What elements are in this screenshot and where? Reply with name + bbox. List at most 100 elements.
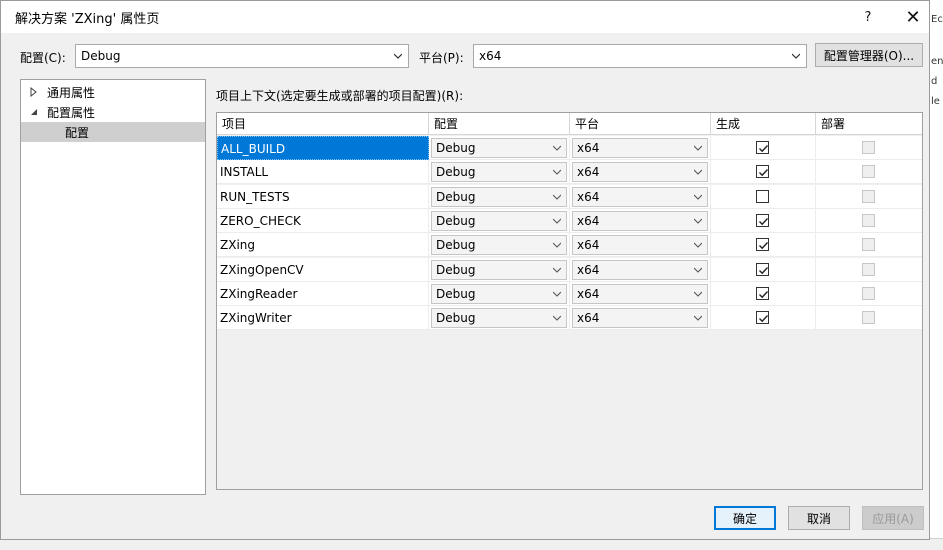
platform-cell: x64 [570, 160, 711, 185]
build-cell [711, 233, 816, 258]
project-name-cell[interactable]: ZXingWriter [217, 306, 429, 331]
table-row[interactable]: ALL_BUILD Debug x64 [217, 136, 922, 160]
header-platform[interactable]: 平台 [570, 113, 711, 135]
collapse-arrow-icon[interactable] [29, 107, 39, 117]
row-config-dropdown[interactable]: Debug [431, 186, 567, 207]
deploy-cell [816, 258, 922, 282]
background-text: en [931, 56, 943, 67]
platform-cell: x64 [570, 208, 711, 233]
table-row[interactable]: INSTALL Debug x64 [217, 160, 922, 185]
table-row[interactable]: ZERO_CHECK Debug x64 [217, 208, 922, 233]
build-checkbox[interactable] [756, 311, 769, 325]
row-platform-dropdown[interactable]: x64 [572, 186, 708, 207]
row-config-value: Debug [436, 189, 476, 204]
table-row[interactable]: ZXingOpenCV Debug x64 [217, 257, 922, 282]
project-name-cell[interactable]: ZXingReader [217, 281, 429, 306]
platform-cell: x64 [570, 306, 711, 331]
chevron-down-icon [553, 291, 561, 297]
build-checkbox[interactable] [756, 262, 769, 276]
chevron-down-icon [694, 169, 702, 176]
row-config-dropdown[interactable]: Debug [431, 138, 567, 158]
grid-caption: 项目上下文(选定要生成或部署的项目配置)(R): [216, 89, 464, 103]
close-button[interactable]: ✕ [891, 3, 935, 31]
tree-item-common-properties[interactable]: 通用属性 [21, 82, 205, 102]
row-platform-value: x64 [577, 262, 600, 277]
row-config-dropdown[interactable]: Debug [431, 308, 567, 329]
project-name-cell[interactable]: INSTALL [217, 160, 429, 185]
build-cell [711, 160, 816, 185]
row-platform-dropdown[interactable]: x64 [572, 138, 708, 158]
row-config-dropdown[interactable]: Debug [431, 162, 567, 183]
table-row[interactable]: ZXingWriter Debug x64 [217, 306, 922, 331]
row-config-dropdown[interactable]: Debug [431, 259, 567, 280]
row-config-dropdown[interactable]: Debug [431, 210, 567, 231]
config-cell: Debug [429, 233, 570, 258]
build-cell [711, 208, 816, 233]
deploy-cell [816, 209, 922, 233]
project-name-cell[interactable]: ALL_BUILD [217, 136, 429, 160]
chevron-down-icon [394, 53, 402, 59]
deploy-checkbox [862, 238, 875, 252]
project-name-cell[interactable]: ZXing [217, 233, 429, 258]
header-deploy[interactable]: 部署 [816, 113, 922, 135]
deploy-cell [816, 233, 922, 257]
row-platform-dropdown[interactable]: x64 [572, 259, 708, 280]
configuration-manager-button[interactable]: 配置管理器(O)... [815, 43, 923, 67]
row-platform-value: x64 [577, 286, 600, 301]
row-platform-dropdown[interactable]: x64 [572, 162, 708, 183]
apply-button[interactable]: 应用(A) [862, 506, 924, 530]
expand-arrow-icon[interactable] [29, 87, 39, 97]
project-name-cell[interactable]: ZERO_CHECK [217, 208, 429, 233]
config-cell: Debug [429, 257, 570, 282]
background-text: d [931, 76, 938, 87]
tree-item-configuration[interactable]: 配置 [21, 122, 205, 142]
build-cell [711, 257, 816, 282]
platform-cell: x64 [570, 136, 711, 160]
row-platform-dropdown[interactable]: x64 [572, 283, 708, 304]
chevron-down-icon [694, 267, 702, 273]
deploy-cell [816, 282, 922, 306]
build-checkbox[interactable] [756, 286, 769, 300]
chevron-down-icon [553, 194, 561, 200]
build-checkbox[interactable] [756, 165, 769, 179]
row-config-value: Debug [436, 286, 476, 301]
help-button[interactable]: ? [846, 3, 890, 31]
build-checkbox[interactable] [756, 189, 769, 203]
header-config[interactable]: 配置 [429, 113, 570, 135]
project-name-cell[interactable]: RUN_TESTS [217, 184, 429, 209]
table-row[interactable]: RUN_TESTS Debug x64 [217, 184, 922, 209]
table-row[interactable]: ZXing Debug x64 [217, 233, 922, 258]
row-platform-dropdown[interactable]: x64 [572, 210, 708, 231]
build-checkbox[interactable] [756, 141, 769, 154]
platform-dropdown[interactable]: x64 [473, 44, 807, 68]
row-config-value: Debug [436, 238, 476, 253]
row-config-dropdown[interactable]: Debug [431, 283, 567, 304]
tree-item-config-properties[interactable]: 配置属性 [21, 102, 205, 122]
build-checkbox[interactable] [756, 213, 769, 227]
table-row[interactable]: ZXingReader Debug x64 [217, 281, 922, 306]
row-platform-value: x64 [577, 238, 600, 253]
config-cell: Debug [429, 160, 570, 185]
project-name-cell[interactable]: ZXingOpenCV [217, 257, 429, 282]
config-dropdown[interactable]: Debug [75, 44, 409, 68]
config-cell: Debug [429, 306, 570, 331]
background-text: le [931, 96, 940, 107]
header-build[interactable]: 生成 [711, 113, 816, 135]
deploy-checkbox [862, 286, 875, 300]
window-title: 解决方案 'ZXing' 属性页 [15, 12, 160, 27]
header-project[interactable]: 项目 [217, 113, 429, 135]
row-config-dropdown[interactable]: Debug [431, 235, 567, 256]
row-platform-dropdown[interactable]: x64 [572, 235, 708, 256]
tree-item-label: 配置属性 [47, 105, 96, 120]
tree-item-label: 通用属性 [47, 85, 96, 100]
config-label: 配置(C): [20, 51, 66, 65]
build-cell [711, 184, 816, 209]
ok-button[interactable]: 确定 [714, 506, 776, 530]
chevron-down-icon [694, 315, 702, 321]
build-checkbox[interactable] [756, 238, 769, 252]
row-platform-dropdown[interactable]: x64 [572, 308, 708, 329]
check-icon [759, 145, 769, 153]
cancel-button[interactable]: 取消 [788, 506, 850, 530]
config-cell: Debug [429, 281, 570, 306]
project-context-grid: 项目 配置 平台 生成 部署 ALL_BUILD Debug x64 INSTALL D… [216, 112, 923, 490]
